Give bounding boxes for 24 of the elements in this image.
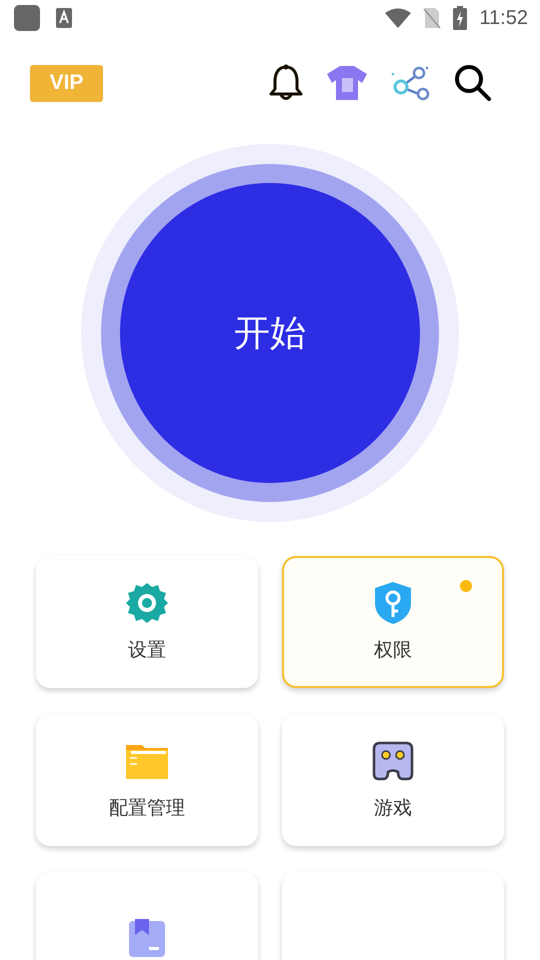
bell-icon[interactable] [268,64,304,102]
shield-key-icon [373,581,413,625]
search-icon[interactable] [454,64,492,102]
battery-icon [453,6,468,30]
keyboard-icon [56,8,72,28]
tile-label: 设置 [128,638,166,663]
clock: 11:52 [479,6,528,30]
start-button[interactable]: 开始 [120,183,420,483]
tile-label: 游戏 [374,796,412,821]
no-sim-icon [423,7,442,29]
share-icon[interactable] [390,65,432,101]
wifi-icon [385,8,412,28]
feature-tile[interactable]: 权限 [282,556,504,688]
folder-icon [126,743,168,779]
tile-label: 权限 [374,638,412,663]
feature-tile[interactable]: 设置 [36,556,258,688]
feature-tile[interactable]: 配置管理 [36,714,258,846]
tile-label: 配置管理 [109,796,185,821]
gear-icon [125,581,169,625]
feature-tile[interactable]: 游戏 [282,714,504,846]
tshirt-icon[interactable] [326,65,368,101]
bookmark-box-icon [129,919,165,957]
app-icon [14,5,40,31]
gamepad-icon [372,741,414,781]
